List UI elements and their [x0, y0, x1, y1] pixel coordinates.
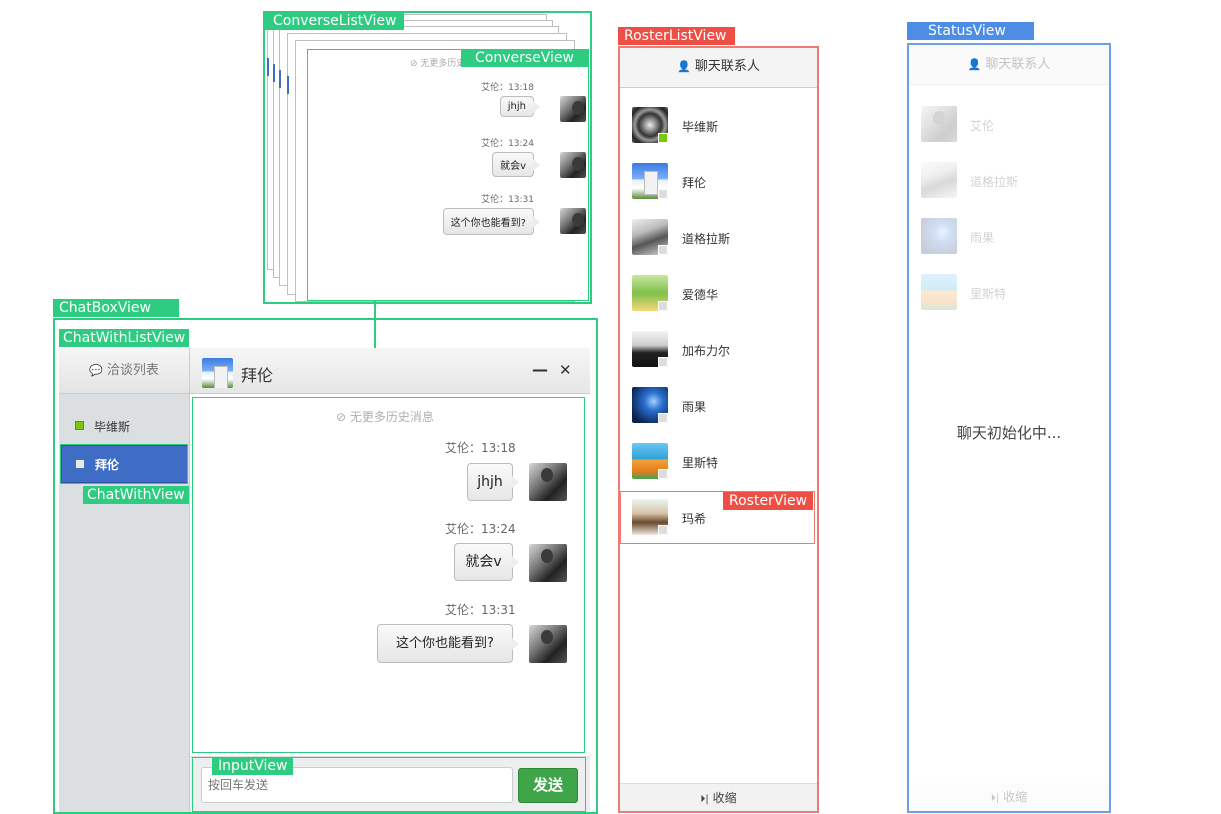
chat-with-list-view-label: ChatWithListView: [59, 329, 190, 347]
roster-name: 玛希: [682, 512, 707, 526]
status-name: 艾伦: [970, 119, 995, 133]
avatar: [560, 96, 586, 122]
status-collapse-button: ⏵| 收缩: [909, 783, 1109, 811]
avatar: [632, 275, 668, 311]
roster-name: 道格拉斯: [682, 232, 731, 246]
message-time: 艾伦：13:24: [481, 139, 534, 149]
offline-status-dot: [658, 301, 668, 311]
chat-with-view-frame: [60, 444, 188, 484]
message-bubble: jhjh: [499, 96, 541, 117]
avatar: [921, 162, 957, 198]
minimize-icon[interactable]: —: [532, 360, 548, 379]
no-more-history: ⊘ 无更多历史消息: [336, 410, 434, 424]
message-bubble: 就会v: [454, 543, 519, 581]
converse-list-view-label: ConverseListView: [265, 12, 405, 30]
avatar: [632, 331, 668, 367]
active-contact-avatar: [202, 358, 233, 388]
chatbox-view-label: ChatBoxView: [53, 299, 179, 317]
status-header: 👤 聊天联系人: [909, 45, 1109, 85]
converse-view-outline: [192, 397, 585, 753]
avatar: [632, 107, 668, 143]
chat-header: 拜伦 — ✕: [190, 348, 590, 394]
message-bubble: 这个你也能看到?: [377, 624, 519, 663]
converse-view-frame: ⊘ 无更多历史消息 艾伦：13:18 jhjh 艾伦：13:24 就会v 艾伦：…: [307, 49, 589, 301]
avatar: [529, 544, 567, 582]
avatar: [632, 163, 668, 199]
roster-view-label: RosterView: [723, 492, 814, 510]
send-button[interactable]: 发送: [518, 768, 578, 803]
status-name: 雨果: [970, 231, 995, 245]
avatar: [921, 106, 957, 142]
converse-view-label: ConverseView: [461, 49, 588, 67]
avatar: [632, 387, 668, 423]
active-contact-name: 拜伦: [241, 366, 274, 385]
collapse-icon: ⏵|: [990, 793, 1000, 804]
comments-icon: 💬: [89, 364, 103, 377]
status-name: 里斯特: [970, 287, 1007, 301]
avatar: [529, 625, 567, 663]
roster-collapse-button[interactable]: ⏵| 收缩: [620, 783, 817, 811]
collapse-icon: ⏵|: [700, 794, 709, 805]
user-icon: 👤: [677, 60, 691, 73]
message-bubble: jhjh: [467, 463, 519, 501]
avatar: [529, 463, 567, 501]
roster-list-view-label: RosterListView: [618, 27, 735, 45]
chat-with-list: 💬 洽谈列表 毕维斯 拜伦: [59, 348, 190, 812]
roster-title: 聊天联系人: [694, 59, 760, 74]
message-time: 艾伦：13:18: [445, 441, 516, 455]
offline-status-dot: [658, 189, 668, 199]
avatar: [921, 274, 957, 310]
ban-icon: ⊘: [410, 59, 418, 69]
offline-status-dot: [658, 413, 668, 423]
message-time: 艾伦：13:31: [481, 195, 534, 205]
message-time: 艾伦：13:24: [445, 522, 516, 536]
roster-name: 雨果: [682, 400, 707, 414]
roster-name: 毕维斯: [682, 120, 719, 134]
chat-with-view-label: ChatWithView: [83, 486, 189, 504]
loading-text: 聊天初始化中...: [956, 424, 1062, 442]
message-bubble: 就会v: [492, 152, 540, 177]
roster-header: 👤 聊天联系人: [620, 48, 817, 88]
online-status-dot: [658, 133, 668, 143]
avatar: [560, 152, 586, 178]
roster-name: 加布力尔: [682, 344, 731, 358]
offline-status-dot: [658, 469, 668, 479]
roster-name: 爱德华: [682, 288, 719, 302]
roster-name: 拜伦: [682, 176, 707, 190]
avatar: [632, 219, 668, 255]
avatar: [560, 208, 586, 234]
status-view-label: StatusView: [907, 22, 1034, 40]
avatar: [921, 218, 957, 254]
user-icon: 👤: [967, 58, 982, 71]
roster-name: 里斯特: [682, 456, 719, 470]
avatar: [632, 499, 668, 535]
chat-with-item[interactable]: 毕维斯: [59, 412, 189, 440]
ban-icon: ⊘: [336, 410, 347, 424]
chat-list-header: 💬 洽谈列表: [59, 348, 189, 394]
message-time: 艾伦：13:18: [481, 83, 534, 93]
status-name: 道格拉斯: [970, 175, 1019, 189]
offline-status-dot: [658, 525, 668, 535]
online-status-dot: [75, 421, 84, 430]
input-view-label: InputView: [212, 757, 294, 775]
offline-status-dot: [658, 357, 668, 367]
offline-status-dot: [658, 245, 668, 255]
roster-list-view-frame: [618, 46, 819, 813]
message-time: 艾伦：13:31: [445, 603, 516, 617]
message-bubble: 这个你也能看到?: [442, 208, 541, 235]
chat-with-name: 毕维斯: [94, 420, 131, 434]
close-icon[interactable]: ✕: [559, 361, 572, 379]
avatar: [632, 443, 668, 479]
chat-list-title: 洽谈列表: [106, 363, 159, 378]
status-title: 聊天联系人: [985, 57, 1051, 72]
